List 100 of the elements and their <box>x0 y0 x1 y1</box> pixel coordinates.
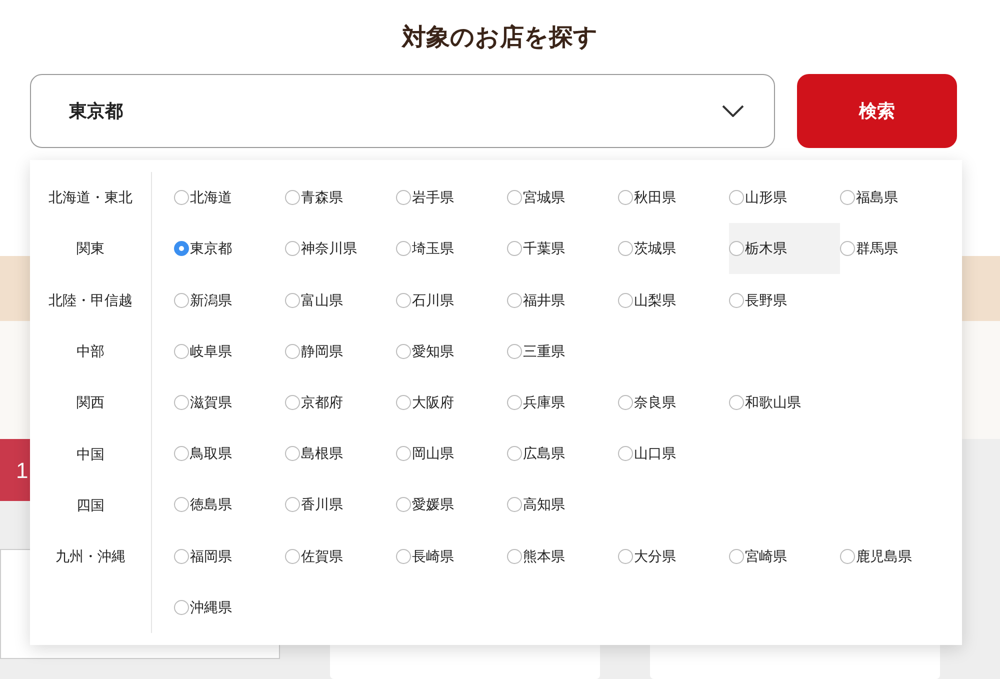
region-tab[interactable]: 北陸・甲信越 <box>30 274 151 326</box>
region-tab[interactable]: 中部 <box>30 326 151 378</box>
prefecture-option[interactable]: 福井県 <box>507 274 618 326</box>
prefecture-option[interactable]: 三重県 <box>507 326 618 377</box>
prefecture-option[interactable]: 岡山県 <box>396 428 507 480</box>
radio-button[interactable] <box>174 497 189 512</box>
radio-button[interactable] <box>507 497 522 512</box>
radio-button[interactable] <box>507 446 522 462</box>
radio-button[interactable] <box>174 394 189 410</box>
prefecture-option[interactable]: 長野県 <box>729 274 840 326</box>
prefecture-option[interactable]: 岐阜県 <box>174 326 285 377</box>
prefecture-option[interactable]: 香川県 <box>285 479 396 530</box>
prefecture-option[interactable]: 山口県 <box>618 428 729 480</box>
radio-button[interactable] <box>618 446 633 462</box>
prefecture-option[interactable]: 埼玉県 <box>396 223 507 274</box>
radio-button[interactable] <box>729 548 744 564</box>
radio-button[interactable] <box>285 394 300 410</box>
prefecture-option[interactable]: 新潟県 <box>174 274 285 326</box>
radio-button[interactable] <box>618 241 633 256</box>
radio-button[interactable] <box>729 394 744 410</box>
radio-button[interactable] <box>507 292 522 308</box>
radio-button[interactable] <box>174 241 189 256</box>
radio-button[interactable] <box>174 446 189 462</box>
prefecture-option[interactable]: 大分県 <box>618 530 729 582</box>
prefecture-option[interactable]: 東京都 <box>174 223 285 274</box>
radio-button[interactable] <box>285 190 300 206</box>
prefecture-option[interactable]: 福岡県 <box>174 530 285 582</box>
radio-button[interactable] <box>729 190 744 206</box>
region-tab[interactable]: 関西 <box>30 377 151 428</box>
prefecture-option[interactable]: 佐賀県 <box>285 530 396 582</box>
radio-button[interactable] <box>285 446 300 462</box>
prefecture-option[interactable]: 群馬県 <box>840 223 951 274</box>
radio-button[interactable] <box>174 548 189 564</box>
prefecture-option[interactable]: 宮崎県 <box>729 530 840 582</box>
prefecture-option[interactable]: 広島県 <box>507 428 618 480</box>
radio-button[interactable] <box>174 600 189 615</box>
radio-button[interactable] <box>285 344 300 359</box>
prefecture-option[interactable]: 宮城県 <box>507 172 618 224</box>
prefecture-option[interactable]: 愛媛県 <box>396 479 507 530</box>
radio-button[interactable] <box>507 241 522 256</box>
radio-button[interactable] <box>396 241 411 256</box>
radio-button[interactable] <box>285 497 300 512</box>
prefecture-option[interactable]: 千葉県 <box>507 223 618 274</box>
prefecture-option[interactable]: 長崎県 <box>396 530 507 582</box>
prefecture-option[interactable]: 滋賀県 <box>174 376 285 428</box>
radio-button[interactable] <box>174 190 189 206</box>
prefecture-option[interactable]: 高知県 <box>507 479 618 530</box>
prefecture-option[interactable]: 福島県 <box>840 172 951 224</box>
prefecture-option[interactable]: 神奈川県 <box>285 223 396 274</box>
prefecture-option[interactable]: 岩手県 <box>396 172 507 224</box>
radio-button[interactable] <box>396 344 411 359</box>
region-tab[interactable]: 北海道・東北 <box>30 172 151 224</box>
prefecture-option[interactable]: 島根県 <box>285 428 396 480</box>
prefecture-option[interactable]: 静岡県 <box>285 326 396 377</box>
prefecture-option[interactable]: 鹿児島県 <box>840 530 951 582</box>
prefecture-option[interactable]: 熊本県 <box>507 530 618 582</box>
radio-button[interactable] <box>507 190 522 206</box>
search-button[interactable]: 検索 <box>797 74 957 148</box>
radio-button[interactable] <box>729 292 744 308</box>
radio-button[interactable] <box>840 548 855 564</box>
prefecture-option[interactable]: 大阪府 <box>396 376 507 428</box>
radio-button[interactable] <box>396 394 411 410</box>
prefecture-option[interactable]: 茨城県 <box>618 223 729 274</box>
region-tab[interactable]: 関東 <box>30 223 151 275</box>
radio-button[interactable] <box>840 190 855 206</box>
radio-button[interactable] <box>618 190 633 206</box>
prefecture-option[interactable]: 山梨県 <box>618 274 729 326</box>
radio-button[interactable] <box>729 241 744 256</box>
prefecture-option[interactable]: 北海道 <box>174 172 285 224</box>
radio-button[interactable] <box>174 292 189 308</box>
prefecture-option[interactable]: 奈良県 <box>618 376 729 428</box>
radio-button[interactable] <box>285 241 300 256</box>
prefecture-option[interactable]: 京都府 <box>285 376 396 428</box>
prefecture-option[interactable]: 栃木県 <box>729 223 840 274</box>
prefecture-option[interactable]: 和歌山県 <box>729 376 840 428</box>
prefecture-option[interactable]: 富山県 <box>285 274 396 326</box>
prefecture-option[interactable]: 石川県 <box>396 274 507 326</box>
radio-button[interactable] <box>618 292 633 308</box>
prefecture-option[interactable]: 青森県 <box>285 172 396 224</box>
prefecture-option[interactable]: 秋田県 <box>618 172 729 224</box>
prefecture-option[interactable]: 徳島県 <box>174 479 285 530</box>
radio-button[interactable] <box>618 548 633 564</box>
radio-button[interactable] <box>396 497 411 512</box>
radio-button[interactable] <box>507 394 522 410</box>
prefecture-option[interactable]: 山形県 <box>729 172 840 224</box>
prefecture-option[interactable]: 沖縄県 <box>174 582 285 633</box>
radio-button[interactable] <box>396 548 411 564</box>
radio-button[interactable] <box>285 548 300 564</box>
radio-button[interactable] <box>396 190 411 206</box>
radio-button[interactable] <box>507 344 522 359</box>
radio-button[interactable] <box>618 394 633 410</box>
radio-button[interactable] <box>285 292 300 308</box>
prefecture-option[interactable]: 愛知県 <box>396 326 507 377</box>
prefecture-option[interactable]: 兵庫県 <box>507 376 618 428</box>
region-tab[interactable]: 九州・沖縄 <box>30 531 151 582</box>
prefecture-option[interactable]: 鳥取県 <box>174 428 285 480</box>
radio-button[interactable] <box>174 344 189 359</box>
radio-button[interactable] <box>507 548 522 564</box>
radio-button[interactable] <box>840 241 855 256</box>
radio-button[interactable] <box>396 446 411 462</box>
